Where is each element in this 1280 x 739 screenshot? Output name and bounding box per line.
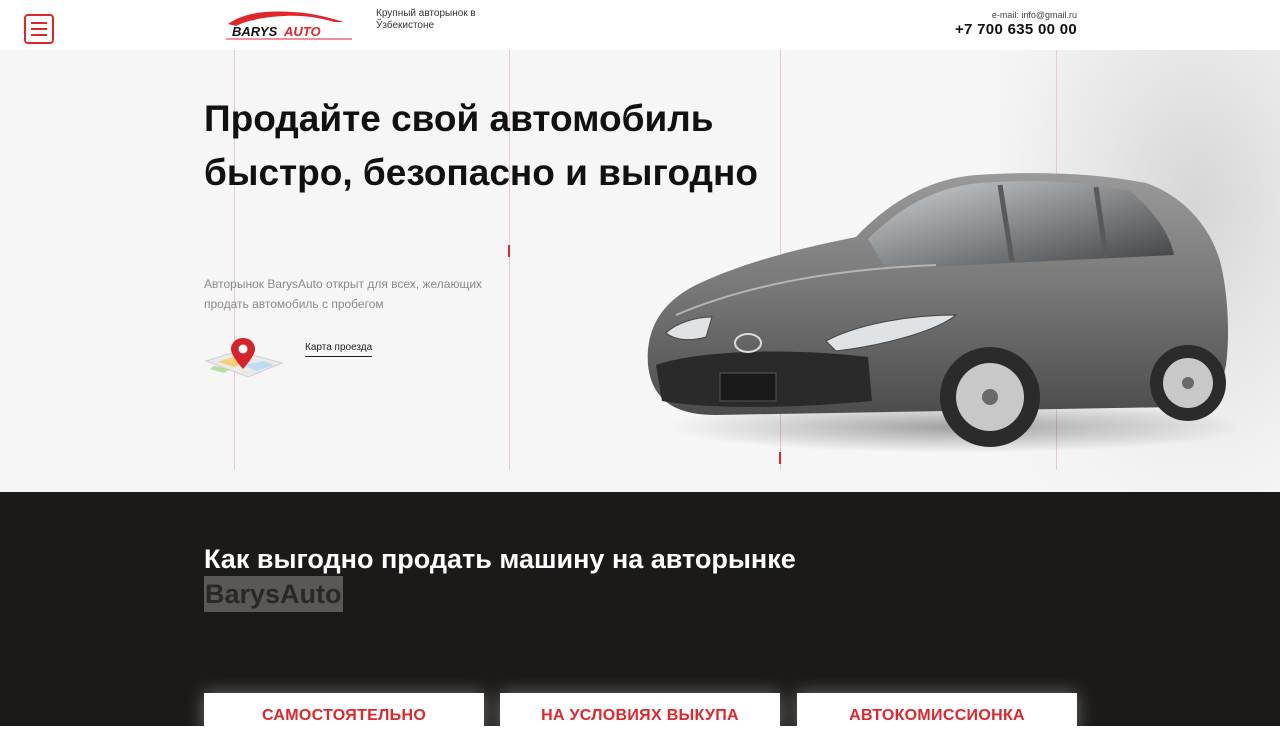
map-directions-link[interactable]: Карта проезда (305, 342, 373, 357)
option-card-buyout[interactable]: НА УСЛОВИЯХ ВЫКУПА (500, 693, 780, 733)
menu-bar-icon (31, 28, 47, 30)
section-title: Как выгодно продать машину на авторынке (204, 544, 796, 574)
svg-text:AUTO: AUTO (283, 24, 321, 39)
hero-subtitle: Авторынок BarysAuto открыт для всех, жел… (204, 277, 483, 311)
map-pin-icon[interactable] (204, 335, 284, 387)
decor-mark (508, 245, 510, 257)
header-tagline: Крупный авторынок в Ўзбекистоне (376, 8, 476, 31)
header-email[interactable]: e-mail: info@gmail.ru (955, 10, 1077, 20)
menu-bar-icon (31, 34, 47, 36)
svg-text:BARYS: BARYS (232, 24, 278, 39)
section-brand-highlight: BarysAuto (204, 576, 343, 612)
option-card-commission[interactable]: АВТОКОМИССИОНКА (797, 693, 1077, 733)
car-image (647, 173, 1236, 453)
site-header: BARYS AUTO Крупный авторынок в Ўзбекисто… (0, 0, 1280, 50)
how-to-sell-section: Как выгодно продать машину на авторынке … (0, 492, 1280, 733)
barysauto-logo[interactable]: BARYS AUTO (222, 6, 358, 44)
menu-bar-icon (31, 22, 47, 24)
header-contact: e-mail: info@gmail.ru +7 700 635 00 00 (955, 10, 1077, 38)
option-card-self[interactable]: САМОСТОЯТЕЛЬНО (204, 693, 484, 733)
hamburger-menu-button[interactable] (24, 14, 54, 44)
hero-section: Продайте свой автомобиль быстро, безопас… (0, 50, 1280, 492)
header-phone[interactable]: +7 700 635 00 00 (955, 21, 1077, 38)
